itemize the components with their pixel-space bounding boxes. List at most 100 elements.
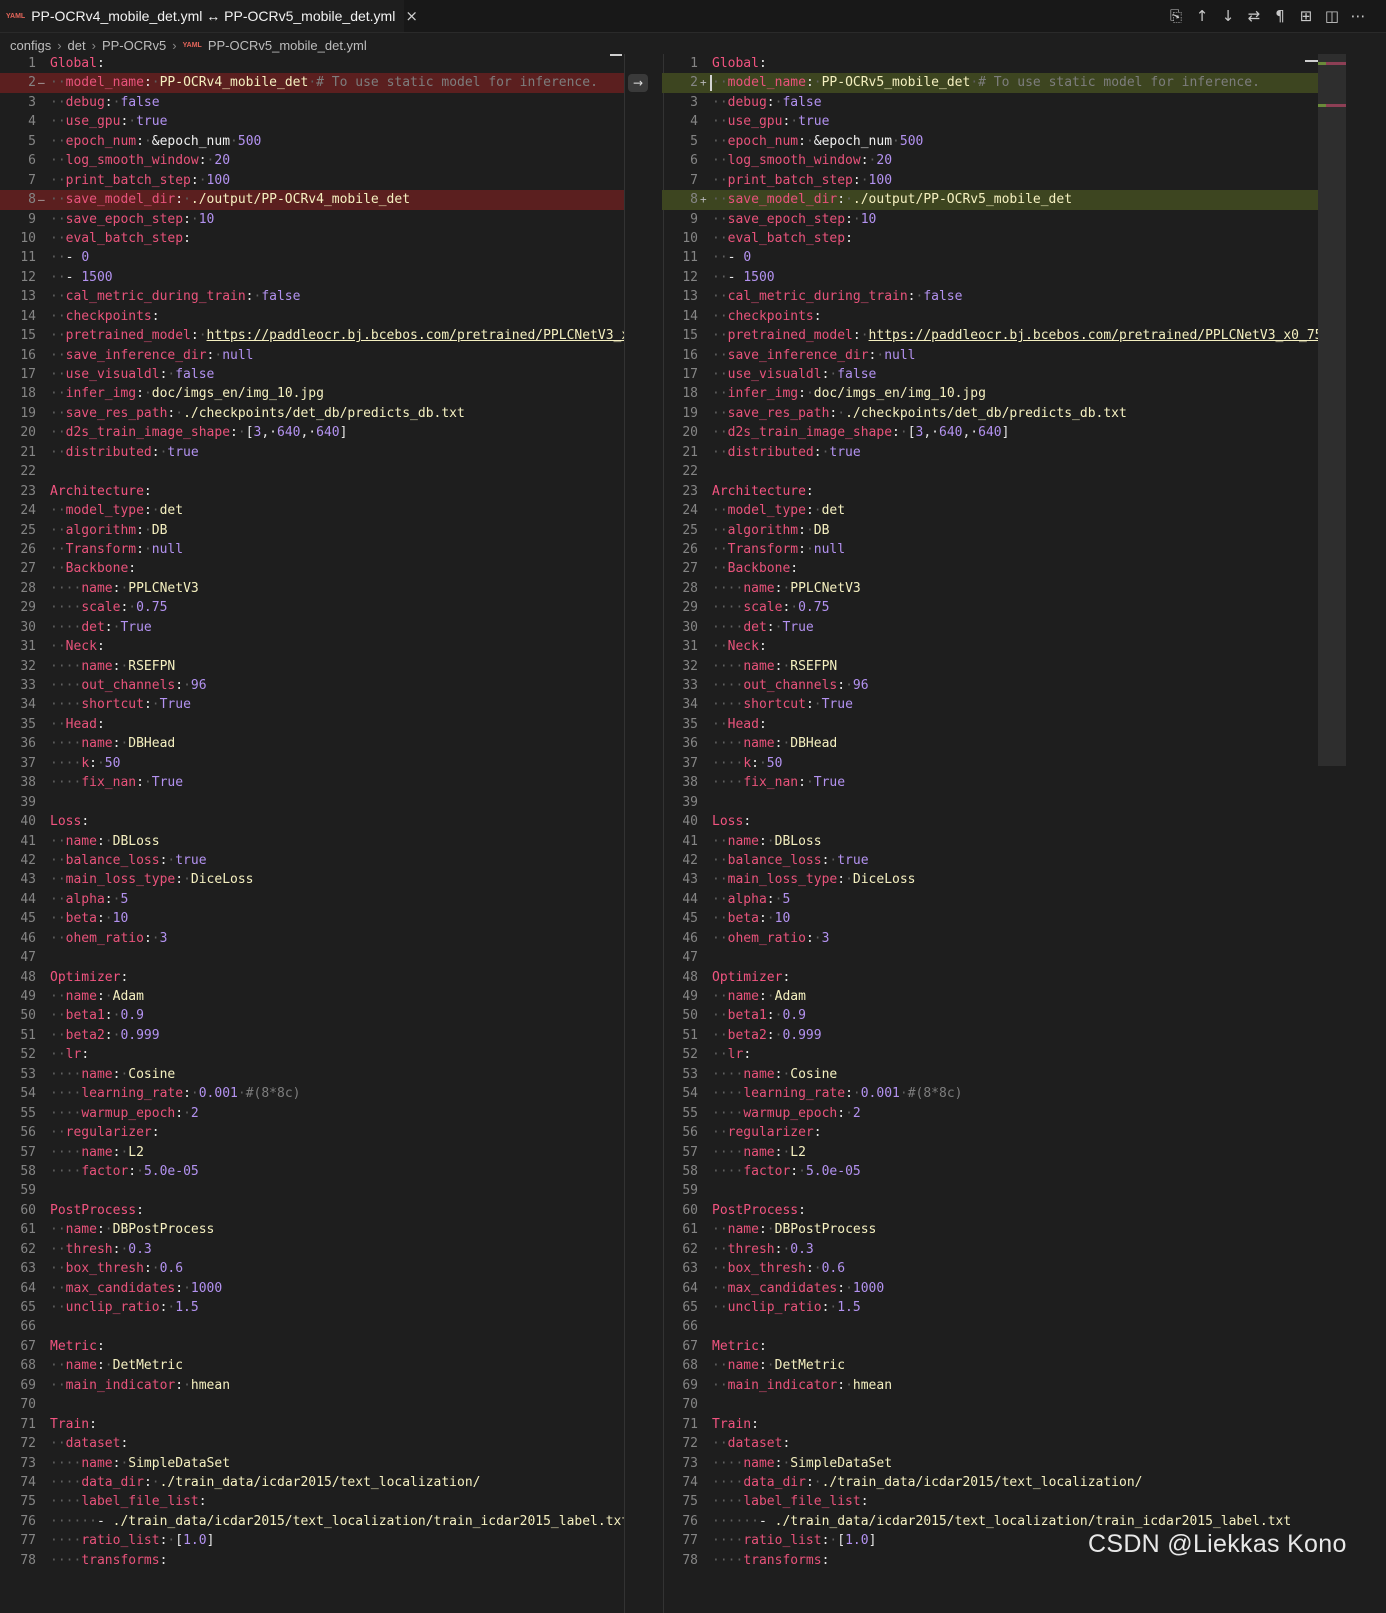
code-line[interactable]: 17 ··use_visualdl:·false <box>0 365 624 384</box>
yaml-value[interactable]: https://paddleocr.bj.bcebos.com/pretrain… <box>207 328 624 343</box>
code-line[interactable]: 26 ··Transform:·null <box>662 540 1318 559</box>
more-actions-icon[interactable]: ⋯ <box>1350 7 1366 25</box>
code-line[interactable]: 7 ··print_batch_step:·100 <box>0 171 624 190</box>
code-line[interactable]: 30 ····det:·True <box>0 618 624 637</box>
code-line[interactable]: 72 ··dataset: <box>662 1434 1318 1453</box>
code-line[interactable]: 46 ··ohem_ratio:·3 <box>662 929 1318 948</box>
previous-change-icon[interactable]: ↑ <box>1194 7 1210 25</box>
open-file-icon[interactable]: ⎘ <box>1168 7 1184 25</box>
code-line[interactable]: 29 ····scale:·0.75 <box>0 598 624 617</box>
minimap-scrollbar[interactable] <box>1318 54 1346 766</box>
code-line[interactable]: 62 ··thresh:·0.3 <box>0 1240 624 1259</box>
code-line[interactable]: 60 PostProcess: <box>0 1201 624 1220</box>
code-line[interactable]: 24 ··model_type:·det <box>0 501 624 520</box>
code-line[interactable]: 1 Global: <box>662 54 1318 73</box>
code-line[interactable]: 9 ··save_epoch_step:·10 <box>662 210 1318 229</box>
code-line[interactable]: 71 Train: <box>662 1415 1318 1434</box>
code-line[interactable]: 18 ··infer_img:·doc/imgs_en/img_10.jpg <box>0 384 624 403</box>
code-line[interactable]: 32 ····name:·RSEFPN <box>662 657 1318 676</box>
code-line[interactable]: 37 ····k:·50 <box>662 754 1318 773</box>
code-line[interactable]: 34 ····shortcut:·True <box>0 695 624 714</box>
code-line[interactable]: 28 ····name:·PPLCNetV3 <box>662 579 1318 598</box>
code-line[interactable]: 52 ··lr: <box>662 1045 1318 1064</box>
code-line[interactable]: 47 <box>0 948 624 967</box>
yaml-value[interactable]: https://paddleocr.bj.bcebos.com/pretrain… <box>869 328 1318 343</box>
next-change-icon[interactable]: ↓ <box>1220 7 1236 25</box>
code-line[interactable]: 35 ··Head: <box>662 715 1318 734</box>
code-line[interactable]: 40 Loss: <box>0 812 624 831</box>
code-line[interactable]: 20 ··d2s_train_image_shape:·[3,·640,·640] <box>662 423 1318 442</box>
code-line[interactable]: 68 ··name:·DetMetric <box>662 1356 1318 1375</box>
code-line[interactable]: 35 ··Head: <box>0 715 624 734</box>
code-line[interactable]: 11 ··- 0 <box>0 248 624 267</box>
code-line[interactable]: 49 ··name:·Adam <box>662 987 1318 1006</box>
revert-change-arrow-icon[interactable]: → <box>628 74 648 92</box>
code-line[interactable]: 30 ····det:·True <box>662 618 1318 637</box>
code-line[interactable]: 70 <box>662 1395 1318 1414</box>
code-line[interactable]: 32 ····name:·RSEFPN <box>0 657 624 676</box>
code-line[interactable]: 65 ··unclip_ratio:·1.5 <box>0 1298 624 1317</box>
code-line[interactable]: 73 ····name:·SimpleDataSet <box>662 1454 1318 1473</box>
code-line[interactable]: 58 ····factor:·5.0e-05 <box>0 1162 624 1181</box>
code-line[interactable]: 47 <box>662 948 1318 967</box>
code-line[interactable]: 43 ··main_loss_type:·DiceLoss <box>662 870 1318 889</box>
code-line[interactable]: 15 ··pretrained_model:·https://paddleocr.… <box>0 326 624 345</box>
code-line[interactable]: 48 Optimizer: <box>662 968 1318 987</box>
code-line[interactable]: 37 ····k:·50 <box>0 754 624 773</box>
code-line[interactable]: 22 <box>0 462 624 481</box>
code-line[interactable]: 72 ··dataset: <box>0 1434 624 1453</box>
code-line[interactable]: 67 Metric: <box>662 1337 1318 1356</box>
code-line[interactable]: 64 ··max_candidates:·1000 <box>662 1279 1318 1298</box>
code-line[interactable]: 65 ··unclip_ratio:·1.5 <box>662 1298 1318 1317</box>
code-line[interactable]: 69 ··main_indicator:·hmean <box>0 1376 624 1395</box>
code-line[interactable]: 15 ··pretrained_model:·https://paddleocr.… <box>662 326 1318 345</box>
code-line[interactable]: 43 ··main_loss_type:·DiceLoss <box>0 870 624 889</box>
code-line[interactable]: 8— ··save_model_dir:·./output/PP-OCRv4_mo… <box>0 190 624 210</box>
code-line[interactable]: 18 ··infer_img:·doc/imgs_en/img_10.jpg <box>662 384 1318 403</box>
split-editor-icon[interactable]: ◫ <box>1324 7 1340 25</box>
code-line[interactable]: 4 ··use_gpu:·true <box>0 112 624 131</box>
code-line[interactable]: 51 ··beta2:·0.999 <box>0 1026 624 1045</box>
code-line[interactable]: 27 ··Backbone: <box>0 559 624 578</box>
code-line[interactable]: 52 ··lr: <box>0 1045 624 1064</box>
code-line[interactable]: 10 ··eval_batch_step: <box>0 229 624 248</box>
breadcrumb-item-configs[interactable]: configs <box>10 38 51 53</box>
code-line[interactable]: 57 ····name:·L2 <box>662 1143 1318 1162</box>
code-line[interactable]: 23 Architecture: <box>0 482 624 501</box>
show-whitespace-icon[interactable]: ¶ <box>1272 7 1288 25</box>
code-line[interactable]: 39 <box>0 793 624 812</box>
code-line[interactable]: 44 ··alpha:·5 <box>0 890 624 909</box>
code-line[interactable]: 46 ··ohem_ratio:·3 <box>0 929 624 948</box>
code-line[interactable]: 33 ····out_channels:·96 <box>0 676 624 695</box>
code-line[interactable]: 3 ··debug:·false <box>0 93 624 112</box>
close-icon[interactable]: × <box>405 7 418 25</box>
code-line[interactable]: 31 ··Neck: <box>0 637 624 656</box>
code-line[interactable]: 29 ····scale:·0.75 <box>662 598 1318 617</box>
breadcrumb-item-det[interactable]: det <box>68 38 86 53</box>
code-line[interactable]: 2— ··model_name:·PP-OCRv4_mobile_det·# To… <box>0 73 624 93</box>
code-line[interactable]: 22 <box>662 462 1318 481</box>
code-line[interactable]: 77 ····ratio_list:·[1.0] <box>0 1531 624 1550</box>
code-line[interactable]: 23 Architecture: <box>662 482 1318 501</box>
code-line[interactable]: 12 ··- 1500 <box>0 268 624 287</box>
code-line[interactable]: 76 ······- ./train_data/icdar2015/text_lo… <box>662 1512 1318 1531</box>
code-line[interactable]: 31 ··Neck: <box>662 637 1318 656</box>
code-line[interactable]: 74 ····data_dir:·./train_data/icdar2015/t… <box>0 1473 624 1492</box>
code-line[interactable]: 25 ··algorithm:·DB <box>662 521 1318 540</box>
code-line[interactable]: 27 ··Backbone: <box>662 559 1318 578</box>
code-line[interactable]: 21 ··distributed:·true <box>0 443 624 462</box>
code-line[interactable]: 58 ····factor:·5.0e-05 <box>662 1162 1318 1181</box>
code-line[interactable]: 5 ··epoch_num:·&epoch_num·500 <box>662 132 1318 151</box>
code-line[interactable]: 6 ··log_smooth_window:·20 <box>0 151 624 170</box>
code-line[interactable]: 76 ······- ./train_data/icdar2015/text_lo… <box>0 1512 624 1531</box>
code-line[interactable]: 54 ····learning_rate:·0.001·#(8*8c) <box>662 1084 1318 1103</box>
code-line[interactable]: 39 <box>662 793 1318 812</box>
code-line[interactable]: 63 ··box_thresh:·0.6 <box>0 1259 624 1278</box>
original-editor-pane[interactable]: 1 Global: 2— ··model_name:·PP-OCRv4_mobile_… <box>0 54 624 1613</box>
code-line[interactable]: 20 ··d2s_train_image_shape:·[3,·640,·640] <box>0 423 624 442</box>
code-line[interactable]: 12 ··- 1500 <box>662 268 1318 287</box>
code-line[interactable]: 16 ··save_inference_dir:·null <box>0 346 624 365</box>
code-line[interactable]: 14 ··checkpoints: <box>662 307 1318 326</box>
code-line[interactable]: 21 ··distributed:·true <box>662 443 1318 462</box>
breadcrumb-item-pp-ocrv5[interactable]: PP-OCRv5 <box>102 38 166 53</box>
